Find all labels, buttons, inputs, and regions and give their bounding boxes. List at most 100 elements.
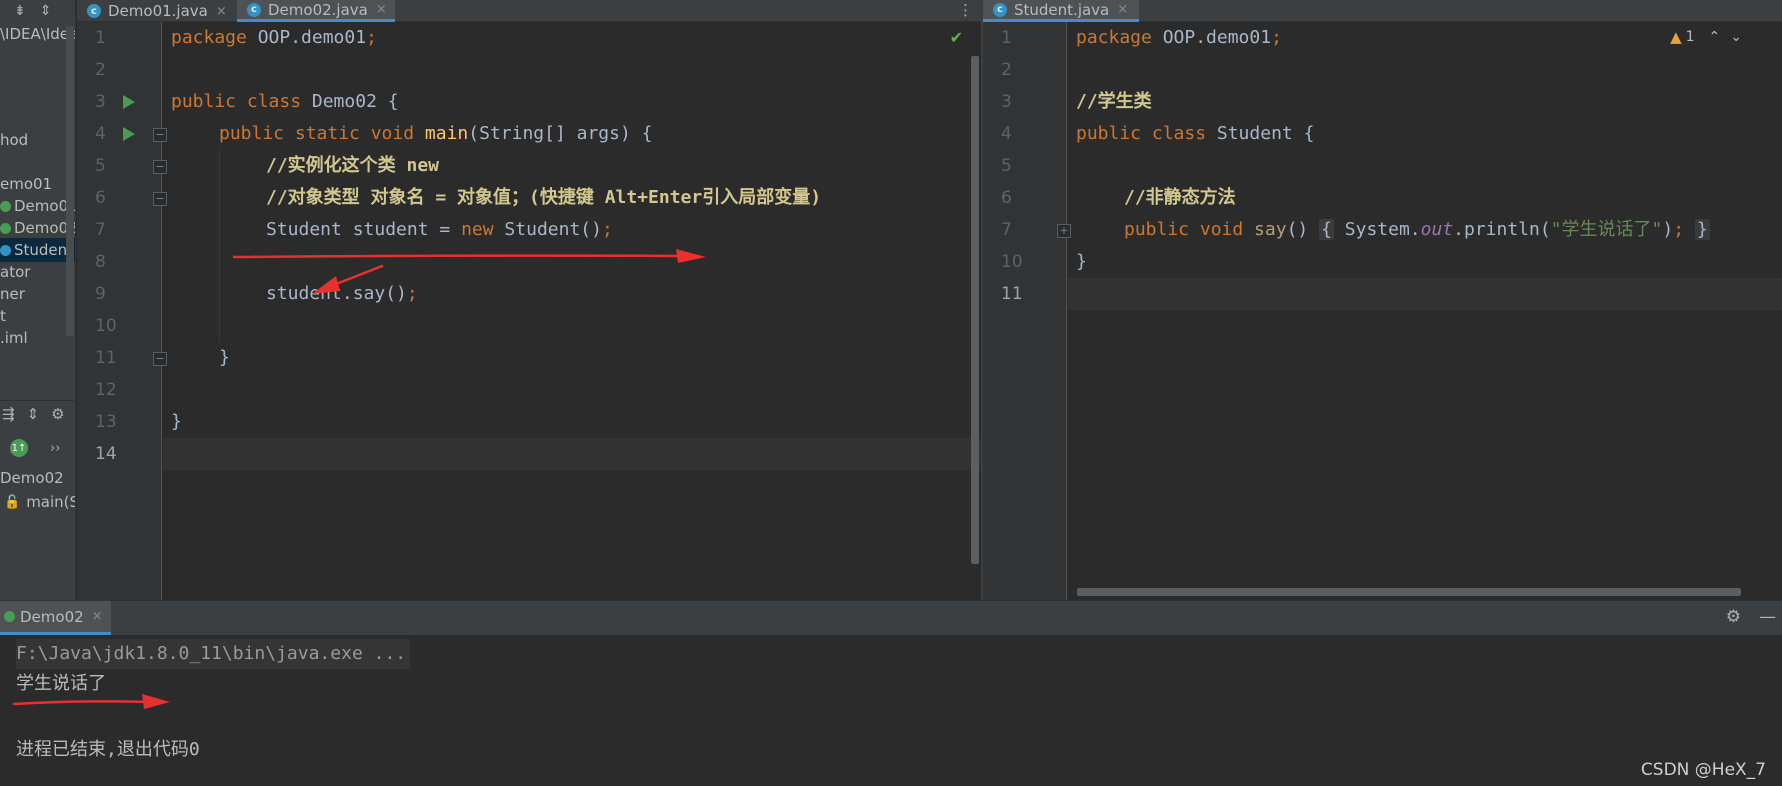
code-text: student.say() [266, 283, 407, 304]
run-panel: Demo02 × ⚙ — F:\Java\jdk1.8.0_11\bin\jav… [0, 600, 1782, 786]
line-number: 1 [95, 28, 106, 48]
expand-all-icon[interactable]: ⇶ [2, 405, 15, 423]
structure-item-demo02[interactable]: Demo02 [0, 466, 75, 490]
folded-brace[interactable]: } [1694, 219, 1710, 240]
structure-toolbar-secondary: 1↑ ›› [0, 432, 75, 464]
tree-item-label: Student [14, 241, 74, 259]
tree-item-package[interactable]: emo01 [0, 172, 75, 196]
tree-item-label: emo01 [0, 175, 53, 193]
keyword: new [461, 219, 494, 240]
expand-collapse-icon[interactable]: ⇕ [40, 3, 52, 19]
tree-item-ner[interactable]: ner [0, 282, 75, 306]
code-area[interactable]: package OOP.demo01; public class Demo02 … [163, 22, 981, 600]
tree-item-method[interactable]: hod [0, 128, 75, 152]
run-method-icon[interactable] [123, 127, 135, 141]
class-icon [0, 244, 11, 256]
code-line-11: } [219, 342, 230, 374]
semicolon: ; [1673, 219, 1685, 240]
code-area[interactable]: package OOP.demo01; //学生类 public class S… [1068, 22, 1782, 600]
close-icon[interactable]: × [216, 4, 227, 19]
tab-student[interactable]: c Student.java × [983, 0, 1139, 22]
tab-demo02[interactable]: c Demo02.java × [237, 0, 395, 22]
tree-path-fragment[interactable]: \IDEA\Idea [0, 22, 76, 46]
method-name: main [414, 123, 469, 144]
chevron-down-icon[interactable]: ⌄ [1730, 29, 1742, 45]
tab-label: Demo01.java [108, 2, 208, 20]
line-number: 10 [95, 316, 117, 336]
close-icon[interactable]: × [92, 609, 103, 624]
tree-item-label: .iml [0, 329, 28, 347]
console-exit-message: 进程已结束,退出代码0 [16, 739, 200, 760]
editor-tab-bar: c Student.java × [983, 0, 1782, 22]
comment: //对象类型 对象名 = 对象值；(快捷键 Alt+Enter引入局部变量) [266, 187, 822, 208]
chevron-up-icon[interactable]: ⌃ [1709, 29, 1721, 45]
run-tab-demo02[interactable]: Demo02 × [0, 601, 111, 635]
tree-item-demo01[interactable]: Demo01 [0, 194, 75, 218]
tree-item-student[interactable]: Student [0, 238, 75, 262]
close-icon[interactable]: × [376, 2, 387, 17]
collapse-all-icon[interactable]: ⇕ [27, 405, 40, 423]
method-name: say [1243, 219, 1287, 240]
code-line-6: //对象类型 对象名 = 对象值；(快捷键 Alt+Enter引入局部变量) [266, 182, 821, 214]
tree-item-t[interactable]: t [0, 304, 75, 328]
project-toolbar: ⇟ ⇕ [0, 0, 75, 22]
folded-brace[interactable]: { [1319, 219, 1334, 240]
code-line-10: } [1076, 246, 1087, 278]
collapse-all-icon[interactable]: ⇟ [14, 3, 26, 19]
line-number: 4 [95, 124, 106, 144]
run-tab-label: Demo02 [20, 607, 84, 626]
tab-label: Student.java [1014, 0, 1110, 19]
class-icon: c [247, 2, 261, 17]
editor-student[interactable]: c Student.java × 1 2 3 4 5 6 7 10 11 + p… [983, 0, 1782, 600]
more-options-icon[interactable]: ›› [50, 441, 60, 456]
static-field: out [1420, 219, 1454, 240]
line-number: 10 [1001, 252, 1023, 272]
line-number: 3 [95, 92, 106, 112]
tree-item-label: hod [0, 131, 29, 149]
keyword: public void [1124, 219, 1244, 240]
current-line-highlight [1068, 278, 1782, 310]
settings-icon[interactable]: ⚙ [51, 405, 64, 423]
keyword: public static void [219, 123, 415, 144]
vertical-scrollbar[interactable] [971, 56, 979, 564]
line-number: 12 [95, 380, 117, 400]
code-line-9: student.say(); [266, 278, 418, 310]
code-line-4: public static void main(String[] args) { [219, 118, 653, 150]
sort-visibility-icon[interactable]: 1↑ [10, 439, 28, 457]
code-line-13: } [171, 406, 182, 438]
path-fragment-label: \IDEA\Idea [0, 25, 76, 43]
code-line-4: public class Student { [1076, 118, 1314, 150]
structure-item-main[interactable]: 🔓 main(St [0, 490, 75, 514]
inspection-widget[interactable]: ▲ 1 ⌃ ⌄ [1670, 28, 1742, 46]
console-command-line[interactable]: F:\Java\jdk1.8.0_11\bin\java.exe ... [16, 639, 411, 669]
more-tabs-icon[interactable]: ⋮ [958, 1, 973, 19]
string-literal: "学生说话了" [1550, 219, 1663, 240]
structure-toolbar: ⇶ ⇕ ⚙ [0, 400, 75, 426]
project-scrollbar[interactable] [66, 26, 74, 336]
keyword: package [171, 27, 247, 48]
code-line-7: public void say() { System.out.println("… [1124, 214, 1710, 246]
run-config-icon [4, 611, 15, 622]
warning-count: 1 [1685, 29, 1695, 45]
line-number: 6 [1001, 188, 1012, 208]
tab-demo01[interactable]: c Demo01.java × [77, 0, 237, 22]
run-class-icon[interactable] [123, 95, 135, 109]
line-number: 4 [1001, 124, 1012, 144]
tree-item-ator[interactable]: ator [0, 260, 75, 284]
tree-item-demo02[interactable]: Demo02 [0, 216, 75, 240]
line-number-current: 14 [95, 444, 117, 464]
editor-demo02[interactable]: c Demo01.java × c Demo02.java × ⋮ 1 2 3 … [77, 0, 981, 600]
close-icon[interactable]: × [1117, 2, 1128, 17]
line-number: 9 [95, 284, 106, 304]
tree-item-iml[interactable]: .iml [0, 326, 75, 350]
keyword: public class [171, 91, 302, 112]
run-panel-tools: ⚙ — [1726, 607, 1776, 627]
gear-icon[interactable]: ⚙ [1726, 607, 1741, 627]
code-line-3: //学生类 [1076, 86, 1152, 118]
horizontal-scrollbar[interactable] [1077, 588, 1741, 596]
code-text: (String[] args) { [468, 123, 653, 144]
minimize-icon[interactable]: — [1759, 607, 1776, 627]
line-number: 13 [95, 412, 117, 432]
no-problems-check-icon[interactable]: ✔ [950, 28, 963, 47]
comment: //实例化这个类 new [266, 155, 440, 176]
